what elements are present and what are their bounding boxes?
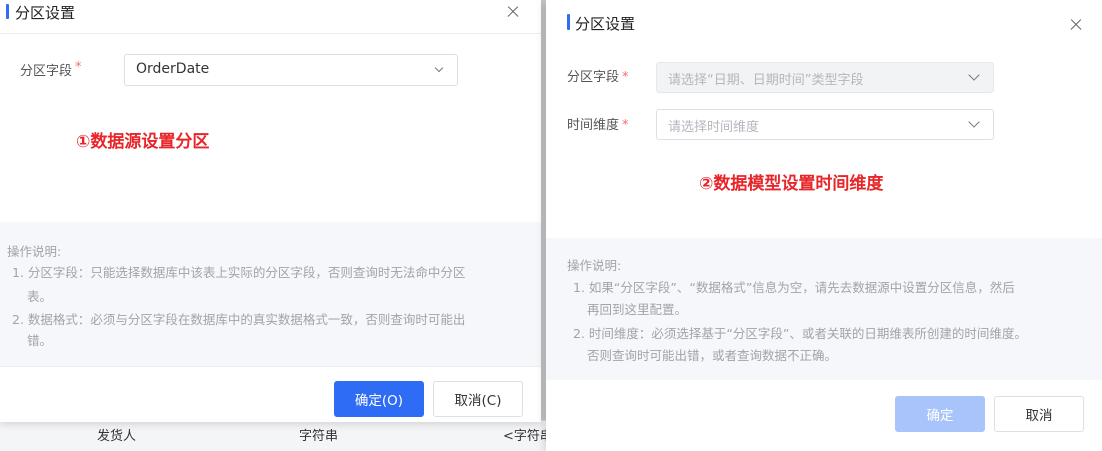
title-accent-bar <box>6 4 9 19</box>
close-icon[interactable] <box>1066 15 1086 35</box>
annotation-text: ②数据模型设置时间维度 <box>699 174 884 194</box>
required-mark: * <box>622 118 629 133</box>
help-item: 表。 <box>27 289 53 304</box>
dialog-title: 分区设置 <box>575 15 636 33</box>
table-cell: 发货人 <box>97 429 137 444</box>
chevron-down-icon <box>968 116 980 128</box>
confirm-button[interactable]: 确定(O) <box>334 381 424 417</box>
partition-field-value: OrderDate <box>136 61 210 77</box>
chevron-down-icon <box>434 63 444 73</box>
partition-field-select: 请选择“日期、日期时间”类型字段 <box>656 62 994 93</box>
help-item: 1. 如果“分区字段”、“数据格式”信息为空，请先去数据源中设置分区信息，然后 <box>573 280 1015 295</box>
help-item: 2. 数据格式：必须与分区字段在数据库中的真实数据格式一致，否则查询时可能出 <box>12 312 466 327</box>
table-cell: 字符串 <box>299 429 339 444</box>
required-mark: * <box>75 60 82 75</box>
help-title: 操作说明: <box>567 258 622 273</box>
dialog-header: 分区设置 <box>546 0 1102 46</box>
time-dimension-label-text: 时间维度 <box>567 118 620 133</box>
partition-field-label-text: 分区字段 <box>567 70 620 85</box>
model-partition-dialog: 分区设置 分区字段 * 请选择“日期、日期时间”类型字段 时间维度 * 请选择时间维… <box>546 0 1102 451</box>
help-section: 操作说明: 1. 分区字段：只能选择数据库中该表上实际的分区字段，否则查询时无法… <box>0 222 541 366</box>
partition-field-placeholder: 请选择“日期、日期时间”类型字段 <box>668 73 864 88</box>
partition-field-label: 分区字段 * <box>567 66 629 85</box>
cancel-button[interactable]: 取消(C) <box>433 381 523 417</box>
help-item: 1. 分区字段：只能选择数据库中该表上实际的分区字段，否则查询时无法命中分区 <box>12 265 466 280</box>
chevron-down-icon <box>968 69 980 81</box>
title-accent-bar <box>567 14 570 30</box>
annotation-text: ①数据源设置分区 <box>76 132 210 152</box>
time-dimension-placeholder: 请选择时间维度 <box>668 120 760 135</box>
confirm-button[interactable]: 确定 <box>895 396 985 432</box>
required-mark: * <box>622 70 629 85</box>
help-section: 操作说明: 1. 如果“分区字段”、“数据格式”信息为空，请先去数据源中设置分区… <box>546 238 1102 380</box>
time-dimension-label: 时间维度 * <box>567 114 629 133</box>
partition-field-label: 分区字段 * <box>20 60 82 79</box>
help-item: 否则查询时可能出错，或者查询数据不正确。 <box>587 348 838 363</box>
dialog-title: 分区设置 <box>15 4 76 22</box>
help-title: 操作说明: <box>7 244 62 259</box>
help-item: 再回到这里配置。 <box>587 302 688 317</box>
time-dimension-select[interactable]: 请选择时间维度 <box>656 109 994 140</box>
dialog-header: 分区设置 <box>0 0 541 34</box>
dialog-footer: 确定(O) 取消(C) <box>0 366 541 422</box>
datasource-partition-dialog: 分区设置 分区字段 * OrderDate ①数据源设置分区 操作说明: 1. 分… <box>0 0 541 422</box>
partition-field-select[interactable]: OrderDate <box>124 54 458 86</box>
cancel-button[interactable]: 取消 <box>994 396 1084 432</box>
close-icon[interactable] <box>503 2 523 22</box>
dialog-footer: 确定 取消 <box>546 380 1102 451</box>
help-item: 错。 <box>27 333 53 348</box>
partition-field-label-text: 分区字段 <box>20 64 73 79</box>
help-item: 2. 时间维度：必须选择基于“分区字段”、或者关联的日期维表所创建的时间维度。 <box>573 326 1027 341</box>
